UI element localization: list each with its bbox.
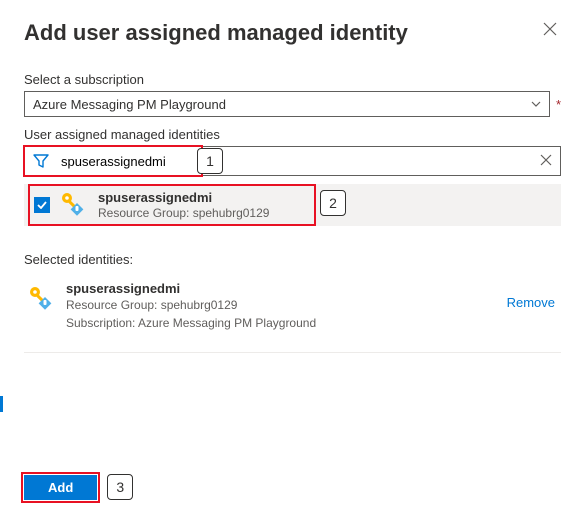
- managed-identity-icon: [60, 191, 88, 219]
- divider: [24, 352, 561, 353]
- left-accent: [0, 396, 3, 412]
- selected-identity-name: spuserassignedmi: [66, 281, 497, 296]
- identity-result-row[interactable]: spuserassignedmi Resource Group: spehubr…: [24, 184, 561, 226]
- filter-icon: [25, 147, 57, 175]
- callout-2: 2: [320, 190, 346, 216]
- managed-identity-icon: [28, 285, 56, 313]
- subscription-select[interactable]: Azure Messaging PM Playground: [24, 91, 550, 117]
- selected-identity-row: spuserassignedmi Resource Group: spehubr…: [24, 279, 561, 348]
- clear-filter-icon[interactable]: [532, 154, 560, 169]
- required-indicator: *: [556, 97, 561, 112]
- subscription-value: Azure Messaging PM Playground: [33, 97, 226, 112]
- selected-identity-rg: Resource Group: spehubrg0129: [66, 296, 497, 314]
- page-title: Add user assigned managed identity: [24, 20, 408, 46]
- callout-1: 1: [197, 148, 223, 174]
- remove-link[interactable]: Remove: [507, 295, 555, 310]
- callout-3: 3: [107, 474, 133, 500]
- selected-identities-label: Selected identities:: [24, 252, 561, 267]
- identity-filter-input[interactable]: [57, 147, 532, 175]
- add-button[interactable]: Add: [24, 475, 97, 500]
- selected-identity-sub: Subscription: Azure Messaging PM Playgro…: [66, 314, 497, 332]
- identities-label: User assigned managed identities: [24, 127, 561, 142]
- identity-result-text: spuserassignedmi Resource Group: spehubr…: [98, 190, 269, 220]
- subscription-label: Select a subscription: [24, 72, 561, 87]
- close-icon[interactable]: [539, 20, 561, 43]
- chevron-down-icon: [531, 98, 541, 110]
- identity-checkbox[interactable]: [34, 197, 50, 213]
- identity-filter-row: 1: [24, 146, 561, 176]
